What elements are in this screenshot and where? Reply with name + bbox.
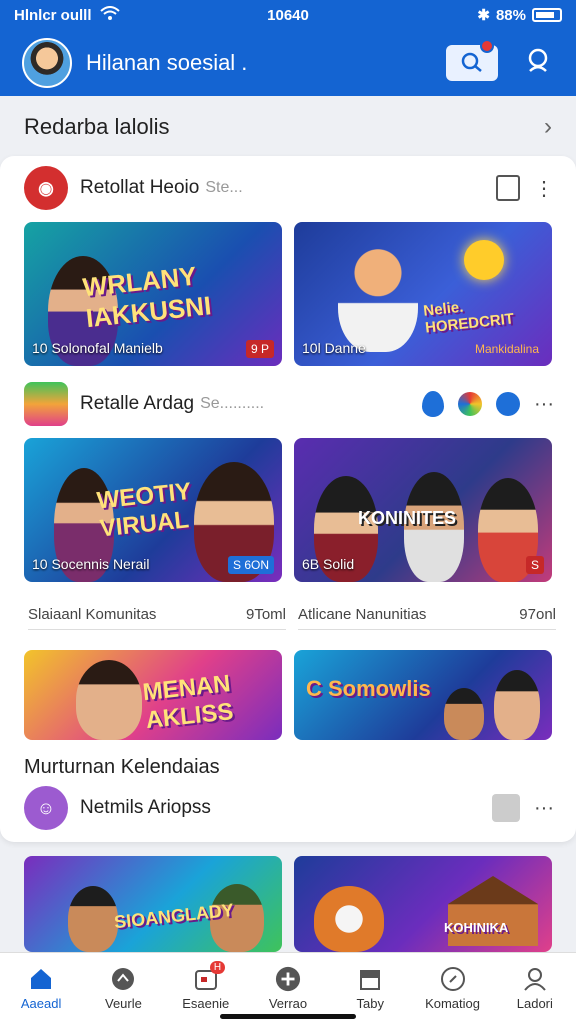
- battery-icon: [532, 8, 562, 22]
- nav-label: Ladori: [516, 996, 553, 1011]
- person-figure: [68, 886, 118, 952]
- section-header[interactable]: Redarba lalolis ›: [0, 96, 576, 158]
- tools-icon[interactable]: [492, 794, 521, 822]
- thumbnail-2[interactable]: Nelie. HOREDCRIT 10l Danne Mankidalina: [294, 222, 552, 366]
- thumbnail-headline: MENAN AKLISS: [141, 670, 235, 735]
- group-row-3[interactable]: ☺ Netmils Ariopss ···: [24, 786, 554, 830]
- status-time: 10640: [267, 6, 309, 24]
- group-name: Netmils Ariopss: [80, 797, 211, 818]
- thumbnail-8[interactable]: KOHINIKA: [294, 856, 552, 952]
- nav-label: Veurle: [104, 996, 142, 1011]
- home-indicator: [220, 1014, 356, 1019]
- cartoon-animal-figure: [314, 886, 384, 952]
- group-name: Retollat Heoio: [80, 177, 200, 198]
- thumbnail-5[interactable]: MENAN AKLISS: [24, 650, 282, 740]
- person-figure: [444, 688, 484, 740]
- section-title: Redarba lalolis: [24, 114, 170, 139]
- nav-profile[interactable]: Ladori: [494, 953, 576, 1024]
- thumbnail-badge: S: [525, 556, 544, 574]
- person-figure: [494, 670, 540, 740]
- group-row-2[interactable]: Retalle Ardag Se.......... ···: [24, 382, 554, 426]
- app-title: Hilanan soesial .: [86, 50, 248, 75]
- thumbnail-6[interactable]: C Somowlis: [294, 650, 552, 740]
- nav-label: Verrao: [268, 996, 308, 1011]
- explore-icon: [110, 966, 136, 992]
- meta-row-2[interactable]: Atlicane Nanunitias 97onl: [298, 600, 556, 630]
- thumbnail-headline: KONINITES: [358, 508, 457, 528]
- meta-count: 97onl: [519, 606, 556, 623]
- thumbnail-1[interactable]: WRLANY IAKKUSNI 10 Solonofal Manielb 9 P: [24, 222, 282, 366]
- bell-icon: [460, 50, 484, 77]
- cartoon-boy-figure: [338, 242, 418, 352]
- chevron-right-icon: ›: [544, 113, 552, 140]
- stack-logo-icon: [24, 382, 68, 426]
- thumbnail-headline: KOHINIKA: [444, 920, 509, 935]
- app-bar: Hilanan soesial .: [0, 30, 576, 96]
- thumbnail-badge: 9 P: [245, 340, 274, 358]
- group-sub: Se..........: [200, 395, 265, 412]
- section-label: Murturnan Kelendaias: [24, 756, 220, 778]
- thumbnail-7[interactable]: SIOANGLADY: [24, 856, 282, 952]
- thumbnail-badge: S 6ON: [227, 556, 274, 574]
- thumbnail-badge: Mankidalina: [474, 342, 539, 356]
- home-icon: [28, 966, 54, 992]
- thumbnail-caption: 10 Socennis Nerail: [32, 556, 150, 572]
- nav-explore[interactable]: Veurle: [82, 953, 164, 1024]
- nav-label: Esaenie: [182, 996, 230, 1011]
- profile-icon: [522, 966, 548, 992]
- more-horiz-icon[interactable]: ···: [534, 393, 554, 416]
- more-vert-icon[interactable]: ⋮: [534, 176, 554, 201]
- more-horiz-icon[interactable]: ···: [534, 797, 554, 820]
- house-icon: [448, 876, 538, 946]
- thumbnail-3[interactable]: WEOTIY VIRUAL 10 Socennis Nerail S 6ON: [24, 438, 282, 582]
- notifications-button[interactable]: [446, 39, 498, 81]
- thumbnail-caption: 10l Danne: [302, 340, 366, 356]
- nav-badge: H: [209, 961, 226, 974]
- person-figure: [76, 660, 142, 740]
- nav-label: Taby: [356, 996, 384, 1011]
- pin-icon[interactable]: [422, 391, 445, 417]
- meta-label: Atlicane Nanunitias: [298, 606, 427, 623]
- people-search-button[interactable]: [524, 48, 554, 78]
- thumbnail-caption: 6B Solid: [302, 556, 355, 572]
- group-sub: Ste...: [205, 179, 243, 196]
- feed-card: ◉ Retollat Heoio Ste... ⋮ WRLANY IAKKUSN…: [0, 156, 576, 842]
- group-name: Retalle Ardag: [80, 393, 195, 414]
- notification-dot: [480, 39, 494, 53]
- add-icon: [275, 966, 301, 992]
- meta-count: 9Toml: [245, 606, 286, 623]
- avatar[interactable]: [22, 38, 72, 88]
- nav-label: Komatiog: [425, 996, 480, 1011]
- nav-label: Aaeadl: [20, 996, 62, 1011]
- thumbnail-headline: C Somowlis: [306, 676, 431, 701]
- group-logo-icon: ◉: [24, 166, 68, 210]
- nav-home[interactable]: Aaeadl: [0, 953, 82, 1024]
- people-icon: [525, 47, 553, 80]
- meta-label: Slaiaanl Komunitas: [28, 606, 157, 623]
- store-icon: [357, 966, 383, 992]
- thumbnail-4[interactable]: KONINITES 6B Solid S: [294, 438, 552, 582]
- thumbnail-headline: Nelie. HOREDCRIT: [422, 298, 515, 337]
- nav-community[interactable]: Komatiog: [411, 953, 493, 1024]
- share-icon[interactable]: [496, 392, 521, 416]
- bookmark-icon[interactable]: [496, 175, 520, 201]
- thumbnail-caption: 10 Solonofal Manielb: [32, 340, 163, 356]
- compass-icon: [440, 966, 466, 992]
- group-row-1[interactable]: ◉ Retollat Heoio Ste... ⋮: [24, 166, 554, 210]
- balloon-icon[interactable]: [458, 392, 483, 416]
- group-logo-icon: ☺: [24, 786, 68, 830]
- thumbnail-headline: WRLANY IAKKUSNI: [81, 260, 213, 334]
- meta-row-1[interactable]: Slaiaanl Komunitas 9Toml: [28, 600, 286, 630]
- status-bar: Hlnlcr oulll 10640 ✱ 88%: [0, 0, 576, 30]
- sun-icon: [464, 240, 504, 280]
